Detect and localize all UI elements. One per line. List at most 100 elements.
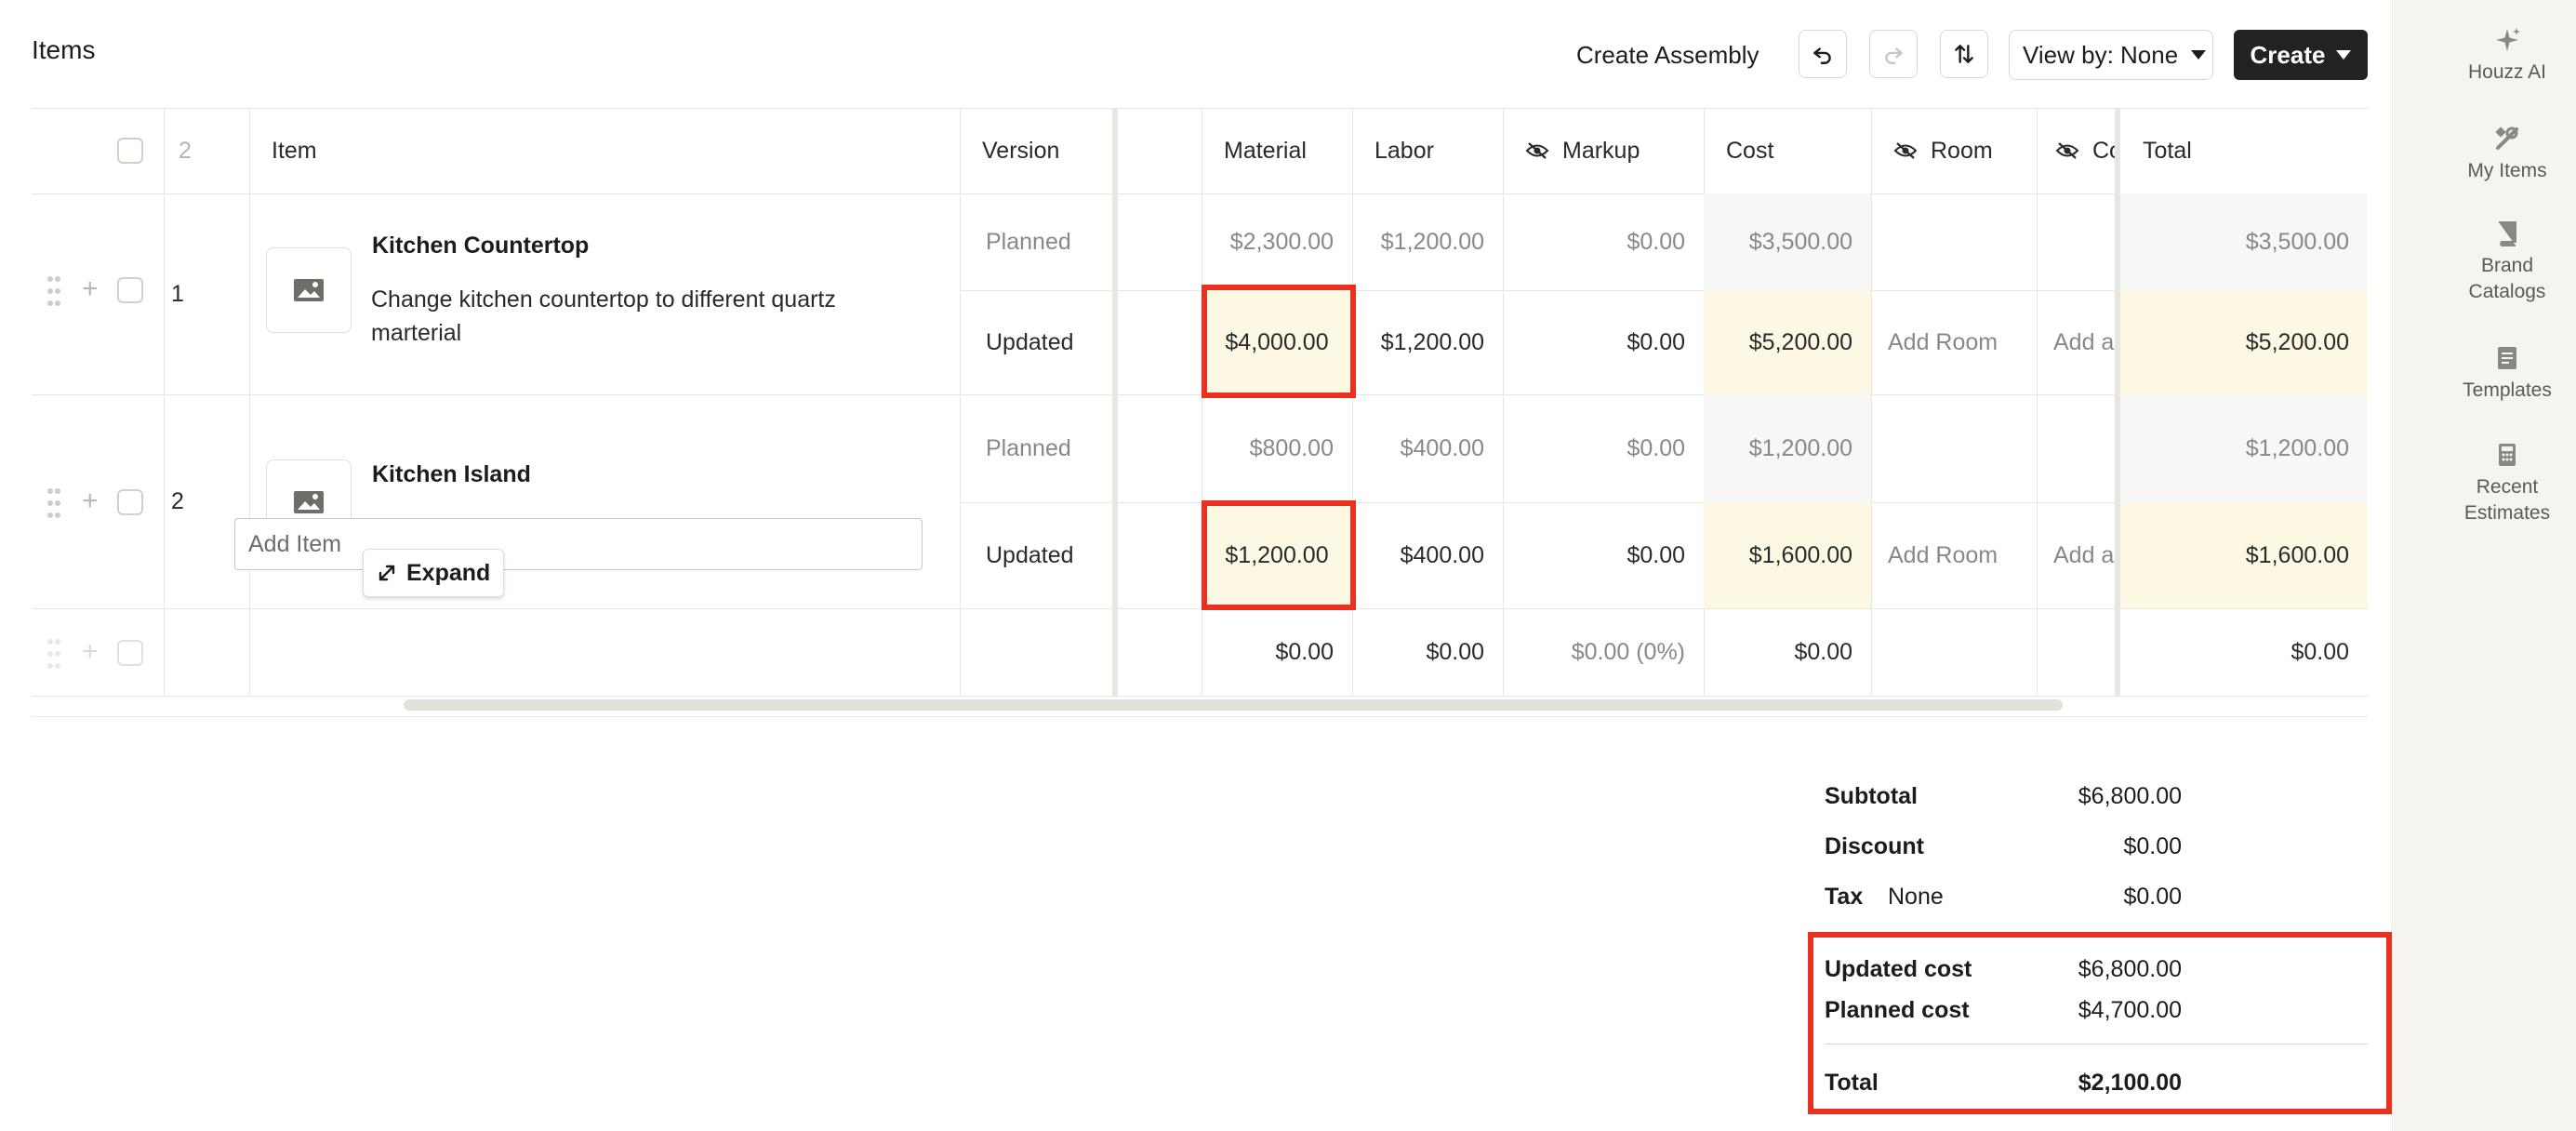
sidebar-item-label: Houzz AI xyxy=(2467,61,2547,83)
expand-button[interactable]: Expand xyxy=(363,549,505,597)
cost-updated: $1,600.00 xyxy=(1748,541,1852,568)
column-header-cost-code-label: Co xyxy=(2092,137,2115,164)
row-checkbox[interactable] xyxy=(117,489,143,515)
item-title[interactable]: Kitchen Countertop xyxy=(372,233,589,259)
expand-button-label: Expand xyxy=(406,559,491,586)
item-description[interactable]: Change kitchen countertop to different q… xyxy=(371,283,929,350)
chevron-down-icon xyxy=(2191,50,2207,60)
item-image-placeholder[interactable] xyxy=(266,247,352,333)
version-updated: Updated xyxy=(986,541,1074,568)
estimate-items-panel: Items Create Assembly View by: None Crea… xyxy=(0,0,2393,1131)
new-markup: $0.00 (0%) xyxy=(1571,638,1685,665)
subtotal-value: $6,800.00 xyxy=(2078,783,2182,809)
column-header-markup-label: Markup xyxy=(1562,137,1640,164)
column-header-room[interactable]: Room xyxy=(1871,108,1993,193)
create-assembly-button[interactable]: Create Assembly xyxy=(1576,30,1759,80)
column-header-item[interactable]: Item xyxy=(249,108,317,193)
column-header-version[interactable]: Version xyxy=(960,108,1059,193)
new-material: $0.00 xyxy=(1275,638,1334,665)
sidebar-item-label: Brand Catalogs xyxy=(2468,255,2546,302)
markup-updated[interactable]: $0.00 xyxy=(1503,502,1704,608)
version-planned: Planned xyxy=(986,228,1071,255)
sparkle-icon xyxy=(2496,28,2520,51)
sidebar-item-label: My Items xyxy=(2467,160,2547,181)
drag-handle-icon[interactable] xyxy=(46,275,61,307)
labor-planned: $400.00 xyxy=(1400,434,1484,461)
create-button[interactable]: Create xyxy=(2234,30,2368,80)
eye-off-icon xyxy=(1525,142,1549,159)
column-header-cost-code[interactable]: Co xyxy=(2037,108,2115,193)
sidebar-item-templates[interactable]: Templates xyxy=(2438,344,2576,404)
items-table: 2 Item Version Material Labor Markup Cos… xyxy=(32,108,2368,698)
row-index: 1 xyxy=(171,280,184,307)
markup-updated[interactable]: $0.00 xyxy=(1503,290,1704,394)
subtotal-label: Subtotal xyxy=(1825,783,1918,809)
room-field[interactable]: Add Room xyxy=(1871,502,1998,608)
redo-button[interactable] xyxy=(1869,30,1918,78)
sidebar-item-houzz-ai[interactable]: Houzz AI xyxy=(2438,26,2576,86)
new-total: $0.00 xyxy=(2291,638,2349,665)
total-updated: $1,600.00 xyxy=(2245,541,2349,568)
markup-planned: $0.00 xyxy=(1627,228,1685,255)
cost-updated: $5,200.00 xyxy=(1748,328,1852,355)
discount-value: $0.00 xyxy=(2123,833,2182,859)
add-item-input[interactable] xyxy=(234,518,923,570)
total-value: $2,100.00 xyxy=(2078,1070,2182,1096)
total-planned: $1,200.00 xyxy=(2245,434,2349,461)
column-header-cost[interactable]: Cost xyxy=(1704,108,1773,193)
view-by-dropdown[interactable]: View by: None xyxy=(2009,30,2213,80)
planned-cost-value: $4,700.00 xyxy=(2078,997,2182,1023)
labor-updated[interactable]: $1,200.00 xyxy=(1352,290,1503,394)
column-header-total[interactable]: Total xyxy=(2120,108,2192,193)
undo-icon xyxy=(1813,47,1831,64)
add-subitem-icon[interactable]: + xyxy=(82,275,99,303)
cost-code-field[interactable]: Add a xyxy=(2037,502,2115,608)
cost-planned: $3,500.00 xyxy=(1748,228,1852,255)
updated-cost-label: Updated cost xyxy=(1825,956,1972,982)
sidebar-item-my-items[interactable]: My Items xyxy=(2438,125,2576,184)
undo-button[interactable] xyxy=(1799,30,1847,78)
tax-value: $0.00 xyxy=(2123,884,2182,910)
drag-handle-icon[interactable] xyxy=(46,487,61,519)
total-planned: $3,500.00 xyxy=(2245,228,2349,255)
sort-icon xyxy=(1955,45,1973,63)
image-icon xyxy=(294,491,324,513)
room-field[interactable]: Add Room xyxy=(1871,290,1998,394)
right-sidebar: Houzz AI My Items Brand Catalogs Templat… xyxy=(2394,0,2576,1131)
sidebar-item-recent-estimates[interactable]: Recent Estimates xyxy=(2438,441,2576,526)
row-checkbox xyxy=(117,640,143,666)
sidebar-item-label: Recent Estimates xyxy=(2463,476,2551,524)
cost-code-field[interactable]: Add a xyxy=(2037,290,2115,394)
discount-label[interactable]: Discount xyxy=(1825,833,1924,860)
sidebar-item-brand-catalogs[interactable]: Brand Catalogs xyxy=(2438,220,2576,305)
labor-updated[interactable]: $400.00 xyxy=(1352,502,1503,608)
book-icon xyxy=(2499,221,2516,246)
tax-option[interactable]: None xyxy=(1888,884,1944,911)
highlight-annotation xyxy=(1202,500,1356,610)
template-icon xyxy=(2498,347,2516,369)
summary-divider xyxy=(1825,1044,2368,1045)
expand-arrows-icon xyxy=(378,565,395,581)
select-all-checkbox[interactable] xyxy=(117,138,143,164)
row-checkbox[interactable] xyxy=(117,277,143,303)
sort-button[interactable] xyxy=(1940,30,1988,78)
page-title: Items xyxy=(32,35,96,64)
labor-planned: $1,200.00 xyxy=(1380,228,1484,255)
row-index: 2 xyxy=(171,487,184,514)
highlight-annotation xyxy=(1202,285,1356,398)
column-header-labor[interactable]: Labor xyxy=(1352,108,1434,193)
markup-planned: $0.00 xyxy=(1627,434,1685,461)
column-header-material[interactable]: Material xyxy=(1202,108,1307,193)
add-subitem-icon: + xyxy=(82,636,99,667)
horizontal-scrollbar[interactable] xyxy=(404,699,2063,711)
column-header-room-label: Room xyxy=(1931,137,1993,164)
add-subitem-icon[interactable]: + xyxy=(82,487,99,515)
create-button-label: Create xyxy=(2250,40,2326,69)
eye-off-icon xyxy=(2055,142,2079,159)
version-planned: Planned xyxy=(986,434,1071,461)
image-icon xyxy=(294,279,324,301)
item-title[interactable]: Kitchen Island xyxy=(372,461,531,488)
column-header-markup[interactable]: Markup xyxy=(1503,108,1640,193)
updated-cost-value: $6,800.00 xyxy=(2078,956,2182,982)
sidebar-item-label: Templates xyxy=(2463,379,2552,401)
